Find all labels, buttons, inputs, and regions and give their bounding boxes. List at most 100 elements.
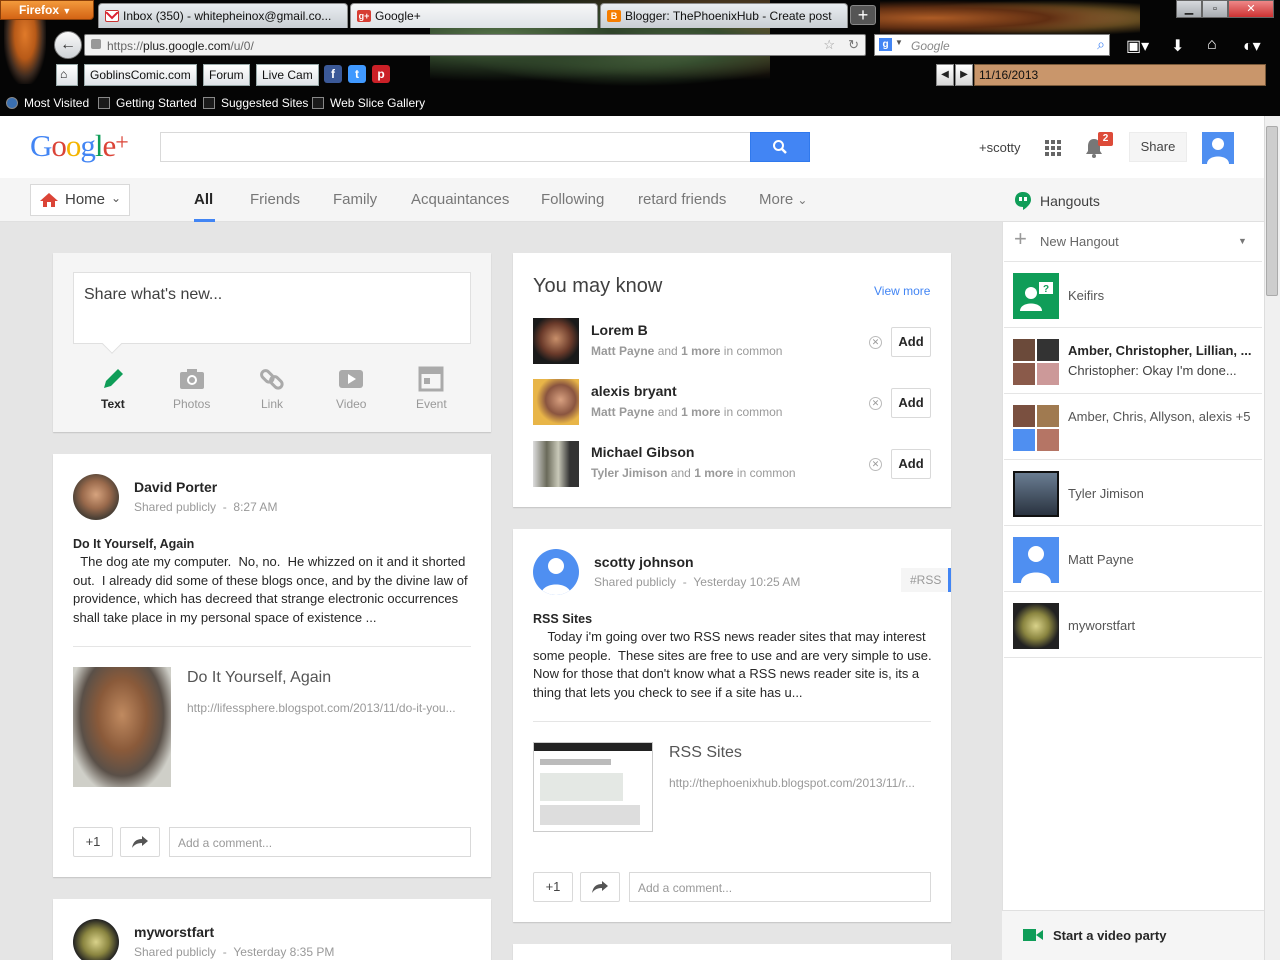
comment-input[interactable]: Add a comment... [629, 872, 931, 902]
post-visibility[interactable]: Shared publicly [134, 945, 216, 959]
avatar[interactable] [533, 441, 579, 487]
video-play-icon[interactable] [336, 364, 366, 394]
avatar[interactable] [533, 318, 579, 364]
dismiss-icon[interactable]: ✕ [869, 458, 882, 471]
plus-one-button[interactable]: +1 [533, 872, 573, 902]
bookmark-most-visited[interactable]: Most Visited [6, 96, 89, 110]
date-prev-button[interactable]: ◀ [936, 64, 954, 86]
pencil-icon[interactable] [98, 364, 128, 394]
post-author[interactable]: David Porter [134, 479, 217, 495]
apps-grid-icon[interactable] [1045, 140, 1061, 156]
search-engine-box[interactable]: g ▼ Google ⌕ [874, 34, 1110, 56]
magnifier-icon[interactable]: ⌕ [1097, 36, 1105, 53]
share-option-video[interactable]: Video [336, 397, 366, 411]
tab-following[interactable]: Following [541, 191, 604, 208]
post-author[interactable]: myworstfart [134, 924, 214, 940]
link-preview-title[interactable]: RSS Sites [669, 744, 742, 762]
camera-icon[interactable] [177, 364, 207, 394]
downloads-icon[interactable]: ⬇ [1171, 36, 1184, 56]
link-preview-url[interactable]: http://lifessphere.blogspot.com/2013/11/… [187, 701, 472, 715]
twitter-icon[interactable]: t [348, 65, 366, 83]
avatar[interactable] [73, 474, 119, 520]
toolbar-home-button[interactable]: ⌂ [56, 64, 78, 86]
dismiss-icon[interactable]: ✕ [869, 397, 882, 410]
avatar[interactable] [533, 549, 579, 595]
date-field[interactable]: 11/16/2013 [974, 64, 1266, 86]
addon-icon[interactable]: ◐▾ [1243, 36, 1261, 56]
tab-acquaintances[interactable]: Acquaintances [411, 191, 509, 208]
tab-retard-friends[interactable]: retard friends [638, 191, 726, 208]
tab-gplus[interactable]: g+ Google+ [350, 3, 598, 28]
search-input[interactable] [160, 132, 752, 162]
notification-badge[interactable]: 2 [1098, 132, 1113, 146]
add-to-circles-button[interactable]: Add [891, 449, 931, 479]
post-timestamp[interactable]: Yesterday 10:25 AM [693, 575, 800, 589]
gplus-logo[interactable]: Google+ [30, 128, 129, 164]
scrollbar-thumb[interactable] [1266, 126, 1278, 296]
plus-one-button[interactable]: +1 [73, 827, 113, 857]
bookmarks-menu-icon[interactable]: ▣▾ [1126, 36, 1149, 56]
toolbar-livecam-button[interactable]: Live Cam [256, 64, 319, 86]
share-option-photos[interactable]: Photos [173, 397, 210, 411]
post-visibility[interactable]: Shared publicly [134, 500, 216, 514]
share-input[interactable]: Share what's new... [73, 272, 471, 344]
view-more-link[interactable]: View more [874, 284, 930, 298]
start-video-party-link[interactable]: Start a video party [1053, 928, 1166, 943]
bookmark-getting-started[interactable]: Getting Started [98, 96, 197, 110]
suggestion-name[interactable]: alexis bryant [591, 383, 677, 399]
search-button[interactable] [750, 132, 810, 162]
share-button[interactable]: Share [1129, 132, 1187, 162]
firefox-menu-button[interactable]: Firefox ▼ [0, 0, 94, 20]
toolbar-goblinscomic-button[interactable]: GoblinsComic.com [84, 64, 197, 86]
suggestion-name[interactable]: Lorem B [591, 322, 648, 338]
calendar-icon[interactable] [416, 364, 446, 394]
close-window-button[interactable]: ✕ [1228, 0, 1274, 18]
link-icon[interactable] [257, 364, 287, 394]
toolbar-forum-button[interactable]: Forum [203, 64, 250, 86]
tab-more[interactable]: More ⌄ [759, 191, 807, 208]
reshare-button[interactable] [580, 872, 620, 902]
dismiss-icon[interactable]: ✕ [869, 336, 882, 349]
suggestion-name[interactable]: Michael Gibson [591, 444, 694, 460]
share-option-text[interactable]: Text [101, 397, 125, 411]
tab-gmail[interactable]: Inbox (350) - whitepheinox@gmail.co... [98, 3, 348, 28]
facebook-icon[interactable]: f [324, 65, 342, 83]
post-visibility[interactable]: Shared publicly [594, 575, 676, 589]
bookmark-star-icon[interactable]: ☆ [823, 37, 835, 53]
home-icon[interactable]: ⌂ [1207, 36, 1217, 54]
tab-friends[interactable]: Friends [250, 191, 300, 208]
bookmark-web-slice-gallery[interactable]: Web Slice Gallery [312, 96, 425, 110]
add-to-circles-button[interactable]: Add [891, 327, 931, 357]
new-tab-button[interactable]: + [850, 5, 876, 25]
home-dropdown[interactable]: Home ⌄ [30, 184, 130, 216]
link-preview-image[interactable] [533, 742, 653, 832]
link-preview-title[interactable]: Do It Yourself, Again [187, 669, 331, 687]
reload-icon[interactable]: ↻ [848, 37, 859, 53]
reshare-button[interactable] [120, 827, 160, 857]
pinterest-icon[interactable]: p [372, 65, 390, 83]
share-option-event[interactable]: Event [416, 397, 447, 411]
link-preview-url[interactable]: http://thephoenixhub.blogspot.com/2013/1… [669, 776, 933, 790]
new-hangout-row[interactable]: + New Hangout ▼ [1004, 222, 1262, 262]
post-author[interactable]: scotty johnson [594, 554, 694, 570]
tab-blogger[interactable]: B Blogger: ThePhoenixHub - Create post [600, 3, 848, 28]
post-timestamp[interactable]: Yesterday 8:35 PM [233, 945, 334, 959]
hashtag-chip[interactable]: #RSS [901, 568, 951, 592]
comment-input[interactable]: Add a comment... [169, 827, 471, 857]
minimize-button[interactable]: ▁ [1176, 0, 1202, 18]
date-next-button[interactable]: ▶ [955, 64, 973, 86]
back-button[interactable]: ← [54, 31, 82, 59]
maximize-button[interactable]: ▫ [1202, 0, 1228, 18]
avatar[interactable] [1202, 132, 1234, 164]
tab-all[interactable]: All [194, 191, 213, 208]
avatar[interactable] [73, 919, 119, 960]
link-preview-image[interactable] [73, 667, 171, 787]
post-timestamp[interactable]: 8:27 AM [233, 500, 277, 514]
bookmark-suggested-sites[interactable]: Suggested Sites [203, 96, 308, 110]
url-bar[interactable]: https://plus.google.com/u/0/ ☆ ↻ [84, 34, 866, 56]
share-option-link[interactable]: Link [261, 397, 283, 411]
tab-family[interactable]: Family [333, 191, 377, 208]
avatar[interactable] [533, 379, 579, 425]
profile-link[interactable]: +scotty [979, 140, 1021, 155]
add-to-circles-button[interactable]: Add [891, 388, 931, 418]
